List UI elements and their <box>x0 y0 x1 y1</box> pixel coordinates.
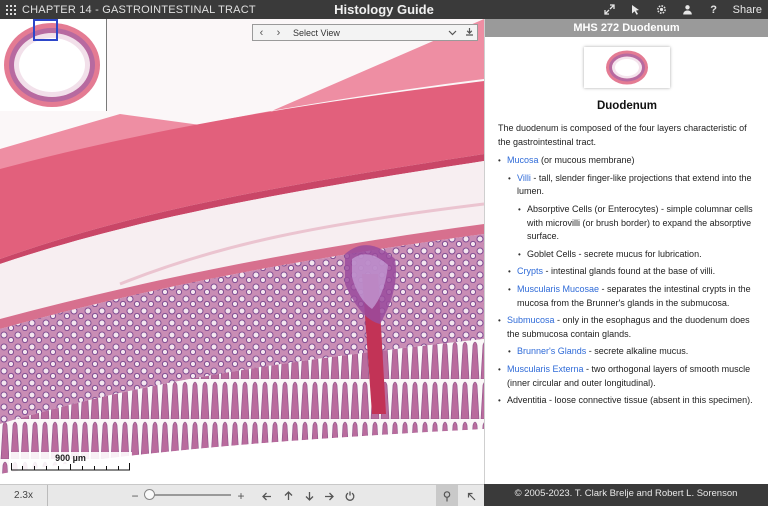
zoom-level: 2.3x <box>0 484 48 506</box>
reset-view-icon[interactable] <box>342 485 358 506</box>
chevron-down-icon[interactable] <box>443 28 461 38</box>
intro-text: The duodenum is composed of the four lay… <box>498 123 747 147</box>
copyright: © 2005-2023. T. Clark Brelje and Robert … <box>484 484 768 506</box>
pan-up-icon[interactable] <box>280 485 296 506</box>
list-item: Submucosa - only in the esophagus and th… <box>498 314 760 359</box>
slide-viewer[interactable]: ‹ › Select View 900 µm <box>0 19 484 484</box>
description: The duodenum is composed of the four lay… <box>498 122 760 412</box>
link-muscularis-externa[interactable]: Muscularis Externa <box>507 364 584 374</box>
zoom-in-icon[interactable]: + <box>234 485 248 506</box>
next-view-button[interactable]: › <box>270 27 287 39</box>
info-panel: MHS 272 Duodenum Duodenum The duodenum i… <box>484 19 768 484</box>
grid-menu-icon[interactable] <box>0 4 22 15</box>
layer-list: Mucosa (or mucous membrane) Villi - tall… <box>498 154 760 408</box>
toolbar: ? Share <box>597 0 762 19</box>
viewer-toolbar: 2.3x − + <box>0 484 484 506</box>
scale-bar-label: 900 µm <box>55 453 86 463</box>
slide-title: MHS 272 Duodenum <box>485 19 768 37</box>
link-brunners-glands[interactable]: Brunner's Glands <box>517 346 586 356</box>
list-item: Mucosa (or mucous membrane) Villi - tall… <box>498 154 760 310</box>
link-muscularis-mucosae[interactable]: Muscularis Mucosae <box>517 284 599 294</box>
share-link[interactable]: Share <box>727 4 762 16</box>
fullscreen-icon[interactable] <box>597 0 623 19</box>
overview-thumbnail[interactable] <box>0 19 107 111</box>
chapter-link[interactable]: CHAPTER 14 - GASTROINTESTINAL TRACT <box>22 4 256 16</box>
list-item: Muscularis Mucosae - separates the intes… <box>508 283 760 310</box>
prev-view-button[interactable]: ‹ <box>253 27 270 39</box>
list-item: Adventitia - loose connective tissue (ab… <box>498 394 760 408</box>
list-item: Absorptive Cells (or Enterocytes) - simp… <box>518 203 760 244</box>
user-icon[interactable] <box>675 0 701 19</box>
help-icon[interactable]: ? <box>701 0 727 19</box>
viewport-indicator[interactable] <box>33 19 58 41</box>
collapse-arrow-icon[interactable] <box>463 485 479 506</box>
pan-right-icon[interactable] <box>321 485 337 506</box>
pin-icon[interactable] <box>436 485 458 506</box>
link-crypts[interactable]: Crypts <box>517 266 543 276</box>
list-item: Brunner's Glands - secrete alkaline mucu… <box>508 345 760 359</box>
section-heading: Duodenum <box>596 100 658 112</box>
zoom-slider[interactable] <box>145 494 231 496</box>
list-item: Villi - tall, slender finger-like projec… <box>508 172 760 262</box>
download-icon[interactable] <box>461 27 477 38</box>
zoom-slider-thumb[interactable] <box>144 489 156 500</box>
pan-down-icon[interactable] <box>301 485 317 506</box>
zoom-out-icon[interactable]: − <box>128 485 142 506</box>
top-bar: CHAPTER 14 - GASTROINTESTINAL TRACT Hist… <box>0 0 768 19</box>
list-item: Crypts - intestinal glands found at the … <box>508 265 760 279</box>
pointer-icon[interactable] <box>623 0 649 19</box>
select-view-label: Select View <box>293 27 340 38</box>
list-item: Muscularis Externa - two orthogonal laye… <box>498 363 760 390</box>
slide-thumbnail[interactable] <box>584 47 670 88</box>
link-mucosa[interactable]: Mucosa <box>507 155 539 165</box>
pan-left-icon[interactable] <box>259 485 275 506</box>
select-view-dropdown[interactable]: ‹ › Select View <box>252 24 478 41</box>
scale-bar: 900 µm <box>9 452 132 472</box>
link-submucosa[interactable]: Submucosa <box>507 315 555 325</box>
link-villi[interactable]: Villi <box>517 173 531 183</box>
list-item: Goblet Cells - secrete mucus for lubrica… <box>518 248 760 262</box>
gear-icon[interactable] <box>649 0 675 19</box>
